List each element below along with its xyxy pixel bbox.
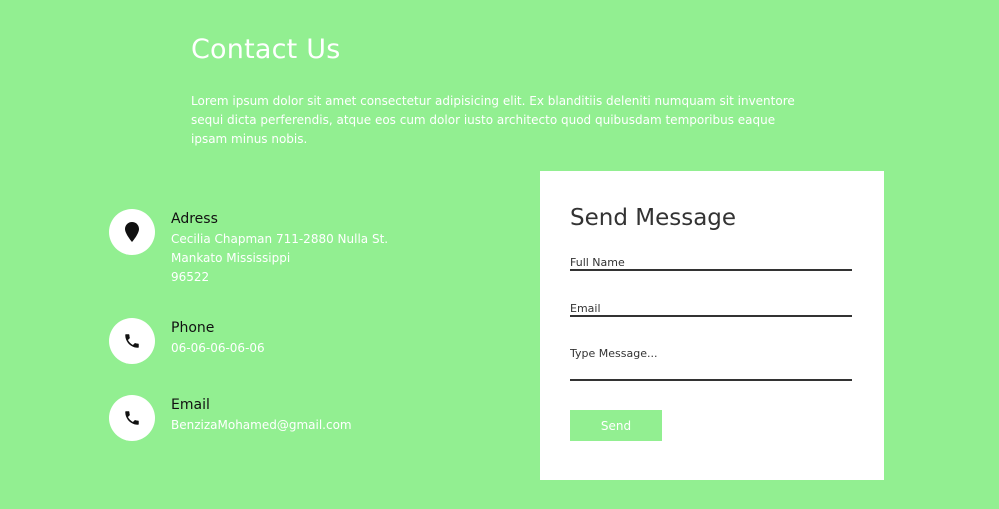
page-title: Contact Us — [191, 34, 341, 65]
full-name-input[interactable] — [570, 256, 852, 271]
address-line-2: Mankato Mississippi — [171, 251, 291, 265]
email-input[interactable] — [570, 302, 852, 317]
address-line-3: 96522 — [171, 270, 210, 284]
address-line-1: Cecilia Chapman 711-2880 Nulla St. — [171, 232, 389, 246]
message-textarea[interactable] — [570, 347, 852, 381]
phone-label: Phone — [171, 320, 215, 336]
email-value[interactable]: BenzizaMohamed@gmail.com — [171, 416, 352, 435]
address-text: Adress Cecilia Chapman 711-2880 Nulla St… — [171, 210, 388, 287]
address-icon-circle — [109, 209, 155, 255]
intro-text: Lorem ipsum dolor sit amet consectetur a… — [191, 94, 795, 146]
email-text: Email BenzizaMohamed@gmail.com — [171, 396, 352, 435]
contact-form-card: Send Message Send — [540, 171, 884, 480]
address-label: Adress — [171, 211, 218, 227]
send-button[interactable]: Send — [570, 410, 662, 441]
phone-value: 06-06-06-06-06 — [171, 341, 265, 355]
email-icon-circle — [109, 395, 155, 441]
phone-icon — [125, 334, 139, 348]
map-pin-icon — [125, 222, 139, 242]
phone-text: Phone 06-06-06-06-06 — [171, 319, 265, 358]
phone-icon-circle — [109, 318, 155, 364]
phone-icon — [125, 411, 139, 425]
address-value: Cecilia Chapman 711-2880 Nulla St. Manka… — [171, 230, 388, 287]
form-title: Send Message — [570, 205, 737, 231]
email-label: Email — [171, 397, 210, 413]
